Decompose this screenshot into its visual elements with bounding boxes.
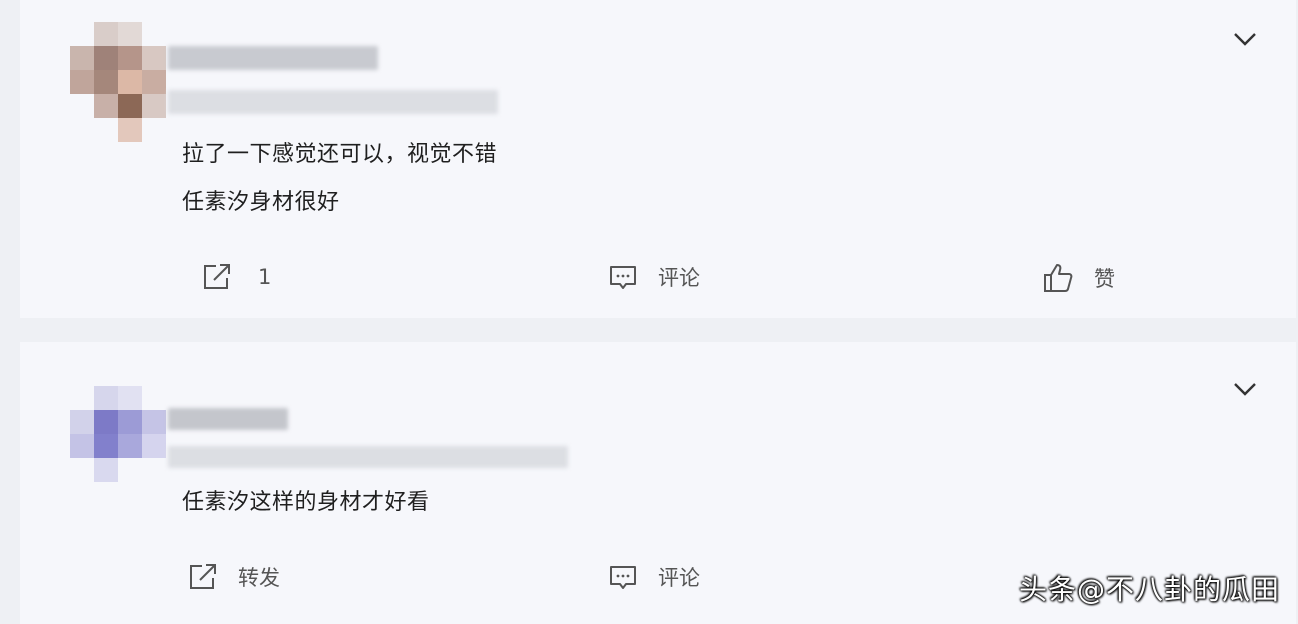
- comment-text-line: 任素汐这样的身材才好看: [182, 490, 430, 515]
- share-button[interactable]: 1: [200, 262, 271, 292]
- like-button[interactable]: 赞: [1042, 262, 1115, 294]
- avatar[interactable]: [70, 386, 166, 506]
- username-blurred[interactable]: [168, 46, 378, 70]
- share-icon: [204, 264, 230, 289]
- comment-icon: [610, 266, 636, 289]
- comment-button[interactable]: 评论: [608, 562, 700, 592]
- comment-text-line: 拉了一下感觉还可以，视觉不错: [182, 142, 498, 167]
- avatar[interactable]: [70, 22, 166, 142]
- share-count: 1: [258, 265, 272, 289]
- meta-blurred: [168, 446, 568, 468]
- watermark: 头条@不八卦的瓜田: [1018, 573, 1280, 606]
- comment-label: 评论: [658, 266, 700, 290]
- username-blurred[interactable]: [168, 408, 288, 430]
- share-icon: [190, 564, 216, 589]
- like-icon: [1044, 264, 1073, 292]
- share-button[interactable]: 转发: [186, 562, 280, 592]
- like-label: 赞: [1094, 267, 1115, 291]
- comment-label: 评论: [658, 566, 700, 590]
- comment-text-line: 任素汐身材很好: [182, 190, 340, 215]
- share-label: 转发: [238, 566, 280, 590]
- comment-card: 拉了一下感觉还可以，视觉不错 任素汐身材很好 1 评论 赞: [20, 0, 1296, 318]
- chevron-down-icon[interactable]: [1232, 380, 1258, 398]
- meta-blurred: [168, 90, 498, 114]
- comment-icon: [610, 566, 636, 589]
- comment-button[interactable]: 评论: [608, 262, 700, 292]
- chevron-down-icon[interactable]: [1232, 30, 1258, 48]
